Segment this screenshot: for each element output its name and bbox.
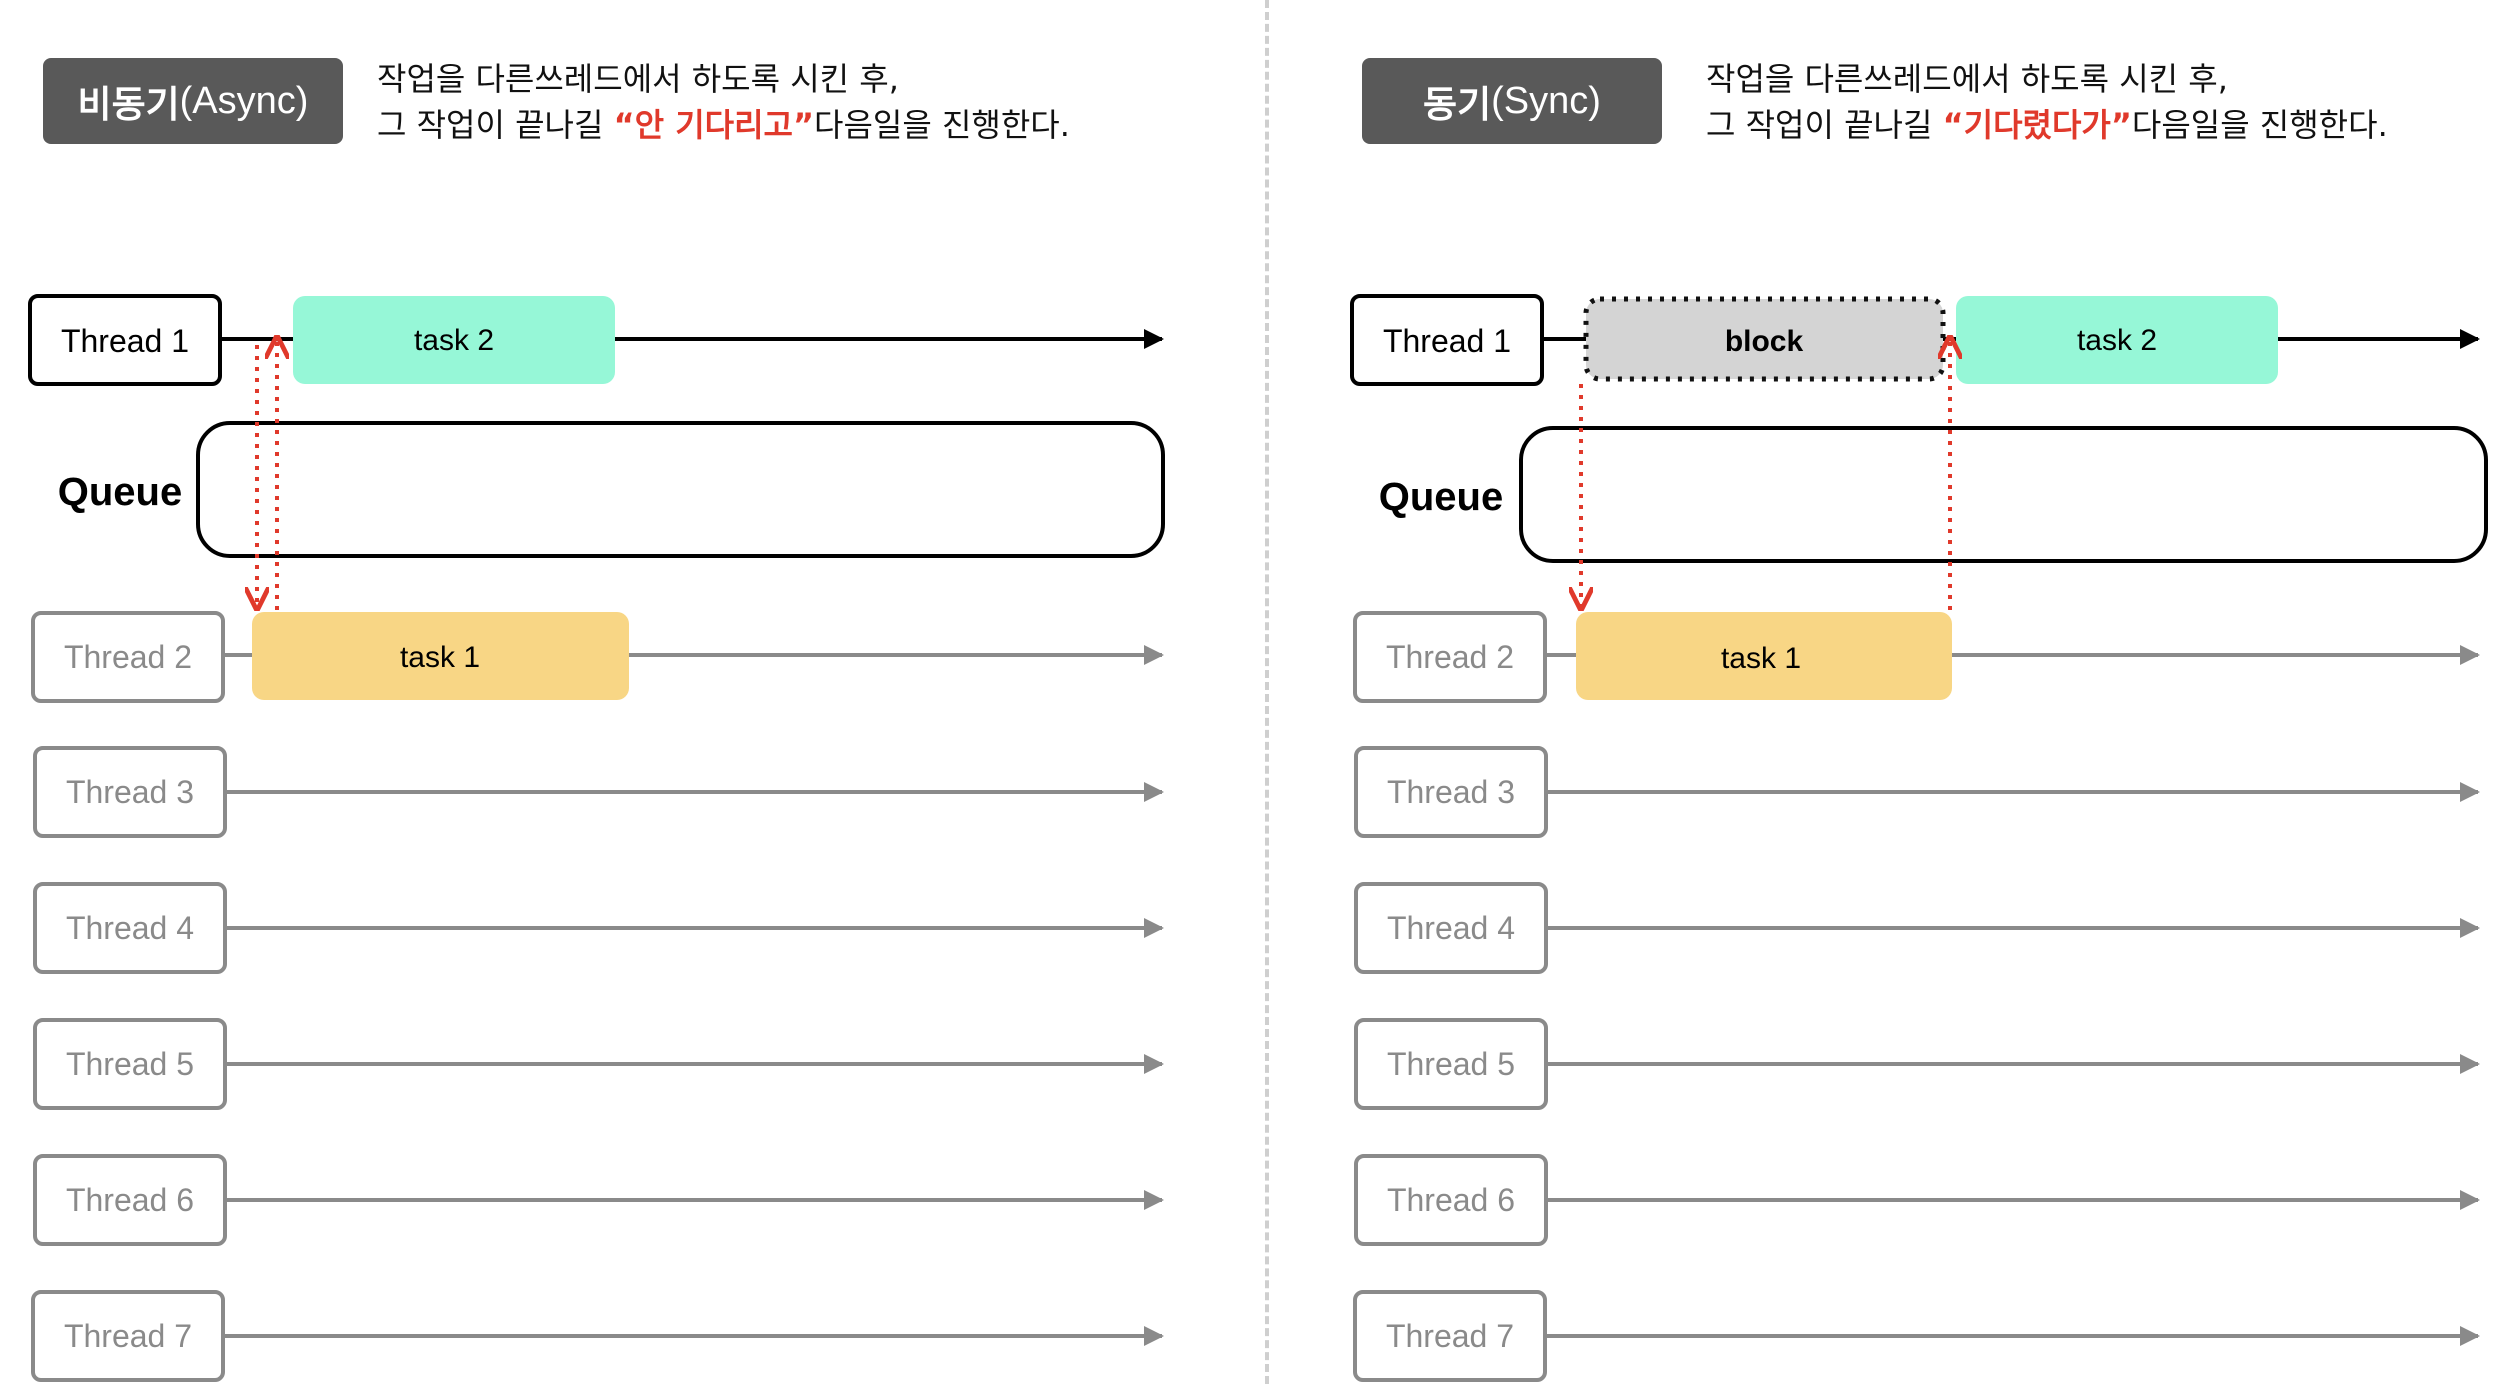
sync-thread3-label: Thread 3 [1387, 774, 1515, 810]
async-thread3-label: Thread 3 [66, 774, 194, 810]
sync-queue-box [1519, 426, 2488, 563]
async-thread2-label: Thread 2 [64, 639, 192, 675]
sync-diagram: Thread 1 block task 2 Queue Thread 2 tas… [1350, 294, 2488, 1382]
sync-queue-label: Queue [1379, 475, 1503, 519]
sync-task1-label: task 1 [1721, 642, 1801, 675]
async-task2-label: task 2 [414, 324, 494, 357]
sync-thread7-label: Thread 7 [1386, 1318, 1514, 1354]
async-thread1-label: Thread 1 [61, 323, 189, 359]
async-diagram: Thread 1 task 2 Queue Thread 2 task 1 Th… [28, 294, 1165, 1382]
sync-block-label: block [1725, 325, 1804, 358]
sync-task2-label: task 2 [2077, 324, 2157, 357]
async-thread5-label: Thread 5 [66, 1046, 194, 1082]
sync-thread1-label: Thread 1 [1383, 323, 1511, 359]
async-panel: 비동기 (Async) 작업을 다른쓰레드에서 하도록 시킨 후, 그 작업이 끝… [0, 0, 1256, 1384]
async-thread4-label: Thread 4 [66, 910, 194, 946]
sync-thread6-label: Thread 6 [1387, 1182, 1515, 1218]
async-task1-label: task 1 [400, 641, 480, 674]
async-thread7-label: Thread 7 [64, 1318, 192, 1354]
sync-thread2-label: Thread 2 [1386, 639, 1514, 675]
sync-thread5-label: Thread 5 [1387, 1046, 1515, 1082]
sync-thread4-label: Thread 4 [1387, 910, 1515, 946]
async-thread6-label: Thread 6 [66, 1182, 194, 1218]
async-queue-label: Queue [58, 470, 182, 514]
async-queue-box [196, 421, 1165, 558]
sync-panel: 동기 (Sync) 작업을 다른쓰레드에서 하도록 시킨 후, 그 작업이 끝나길… [1256, 0, 2512, 1384]
